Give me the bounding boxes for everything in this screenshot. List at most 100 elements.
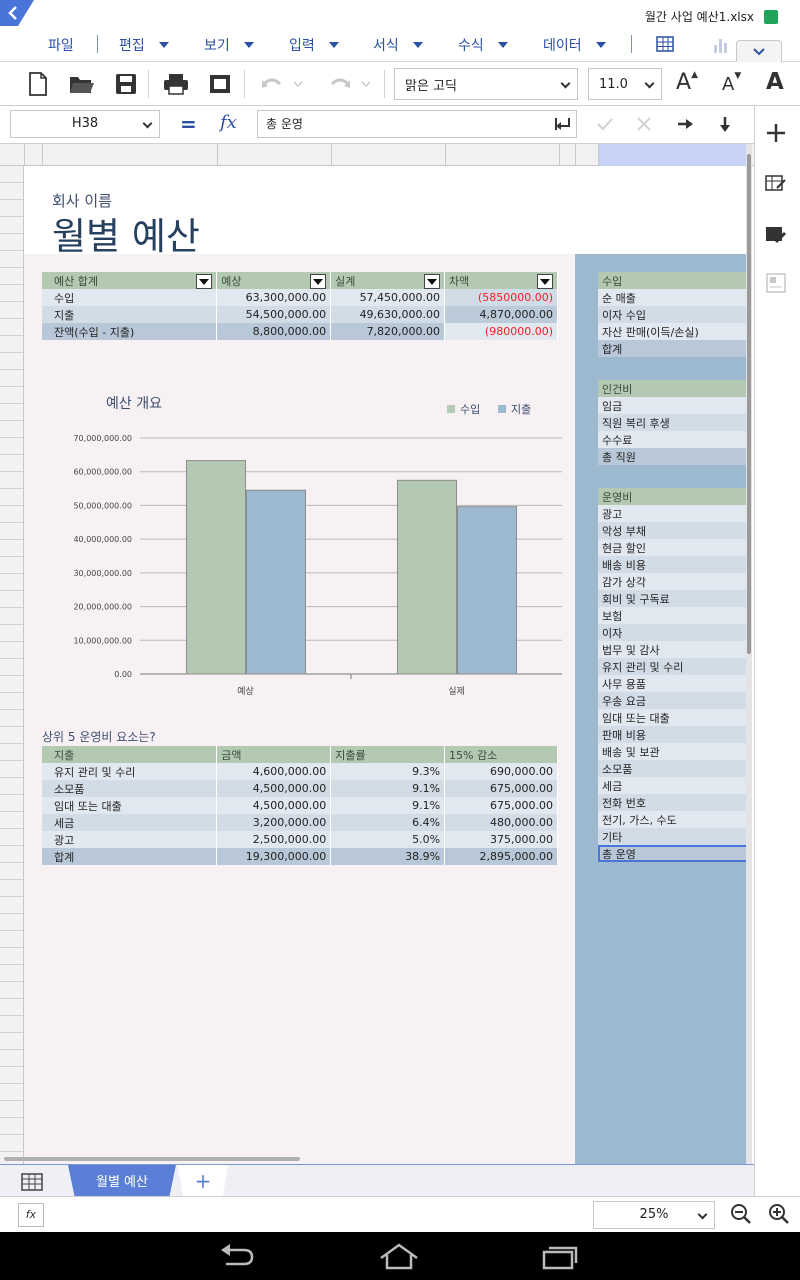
cell[interactable]: 전화 번호 — [598, 794, 746, 811]
cell[interactable]: 수수료 — [598, 431, 746, 448]
font-size-select[interactable]: 11.0 — [588, 68, 662, 100]
text-format-button[interactable]: A — [766, 69, 784, 95]
open-button[interactable] — [68, 71, 96, 97]
cell[interactable]: 잔액(수입 - 지출) — [42, 323, 218, 340]
menu-insert[interactable]: 입력 — [289, 33, 339, 57]
cell[interactable]: (980000.00) — [444, 323, 558, 340]
cell[interactable]: 세금 — [598, 777, 746, 794]
add-sheet-button[interactable]: + — [178, 1165, 228, 1196]
undo-button[interactable] — [258, 71, 306, 97]
cell[interactable]: 임대 또는 대출 — [42, 797, 218, 814]
sheet-list-button[interactable] — [10, 1170, 54, 1194]
cell[interactable]: 4,500,000.00 — [216, 780, 332, 797]
column-header[interactable] — [0, 144, 754, 166]
function-button[interactable]: fx — [220, 112, 237, 133]
menu-file[interactable]: 파일 — [48, 33, 74, 57]
table-style-button[interactable] — [765, 174, 787, 200]
bar-expense[interactable] — [246, 489, 306, 675]
cell[interactable]: 광고 — [42, 831, 218, 848]
cell[interactable]: 이자 — [598, 624, 746, 641]
move-right-icon[interactable] — [676, 116, 694, 136]
cell[interactable]: 수입 — [42, 289, 218, 306]
add-button[interactable] — [765, 122, 787, 148]
menu-formula[interactable]: 수식 — [458, 33, 508, 57]
cell[interactable]: 보험 — [598, 607, 746, 624]
cell[interactable]: 지출 — [42, 306, 218, 323]
worksheet[interactable]: 회사 이름 월별 예산 예산 합계 예상 실계 차액 수입 63,300,000… — [24, 166, 746, 1164]
redo-button[interactable] — [326, 71, 374, 97]
layout-button[interactable] — [765, 272, 787, 298]
cell[interactable]: 2,895,000.00 — [444, 848, 558, 865]
shrink-font-button[interactable]: A▼ — [722, 71, 741, 95]
bar-income[interactable] — [186, 460, 246, 675]
cell[interactable]: 4,500,000.00 — [216, 797, 332, 814]
filter-dropdown-icon[interactable] — [196, 273, 213, 289]
cell[interactable]: 기타 — [598, 828, 746, 845]
cell[interactable]: 판매 비용 — [598, 726, 746, 743]
cell[interactable]: 감가 상각 — [598, 573, 746, 590]
cell[interactable]: (5850000.00) — [444, 289, 558, 306]
header-cell[interactable]: 지출 — [42, 746, 218, 763]
menu-format[interactable]: 서식 — [373, 33, 423, 57]
bar-expense[interactable] — [457, 506, 517, 675]
cell[interactable]: 총 직원 — [598, 448, 746, 465]
cell[interactable]: 소모품 — [598, 760, 746, 777]
zoom-select[interactable]: 25% — [593, 1201, 715, 1229]
header-cell[interactable]: 예산 합계 — [42, 272, 218, 289]
chart-insert-button[interactable] — [712, 36, 730, 58]
cell[interactable]: 57,450,000.00 — [330, 289, 446, 306]
cell[interactable]: 자산 판매(이득/손실) — [598, 323, 746, 340]
selected-cell[interactable]: 총 운영 — [598, 845, 746, 862]
header-cell[interactable]: 차액 — [444, 272, 558, 289]
cell[interactable]: 19,300,000.00 — [216, 848, 332, 865]
header-cell[interactable]: 예상 — [216, 272, 332, 289]
cell[interactable]: 63,300,000.00 — [216, 289, 332, 306]
header-cell[interactable]: 15% 감소 — [444, 746, 558, 763]
cell[interactable]: 순 매출 — [598, 289, 746, 306]
header-cell[interactable]: 실계 — [330, 272, 446, 289]
cell[interactable]: 유지 관리 및 수리 — [42, 763, 218, 780]
cell[interactable]: 9.1% — [330, 780, 446, 797]
selected-column-header[interactable] — [598, 144, 746, 166]
zoom-out-button[interactable] — [730, 1203, 752, 1229]
sheet-tab-active[interactable]: 월별 예산 — [68, 1165, 176, 1196]
equals-button[interactable]: = — [180, 112, 197, 136]
cell[interactable]: 사무 용품 — [598, 675, 746, 692]
menu-view[interactable]: 보기 — [204, 33, 254, 57]
back-button[interactable] — [0, 0, 34, 26]
cell[interactable]: 악성 부채 — [598, 522, 746, 539]
cell[interactable]: 7,820,000.00 — [330, 323, 446, 340]
back-icon[interactable] — [0, 0, 34, 26]
cell[interactable]: 배송 및 보관 — [598, 743, 746, 760]
cell[interactable]: 법무 및 감사 — [598, 641, 746, 658]
header-cell[interactable]: 금액 — [216, 746, 332, 763]
cell[interactable]: 675,000.00 — [444, 780, 558, 797]
font-name-select[interactable]: 맑은 고딕 — [394, 68, 578, 100]
page-view-button[interactable] — [206, 71, 234, 97]
cell[interactable]: 675,000.00 — [444, 797, 558, 814]
budget-overview-chart[interactable]: 예산 개요 수입 지출 0.00 10,000,000.00 20,000,000.… — [42, 392, 562, 702]
cell[interactable]: 9.3% — [330, 763, 446, 780]
save-button[interactable] — [112, 71, 140, 97]
horizontal-scrollbar[interactable] — [4, 1157, 300, 1161]
nav-home-button[interactable] — [378, 1242, 420, 1274]
function-insert-button[interactable]: fx — [18, 1203, 44, 1227]
cell[interactable]: 유지 관리 및 수리 — [598, 658, 746, 675]
cell[interactable]: 우송 요금 — [598, 692, 746, 709]
cell[interactable]: 2,500,000.00 — [216, 831, 332, 848]
menu-edit[interactable]: 편집 — [119, 33, 169, 57]
formula-input[interactable]: 총 운영 — [257, 110, 577, 138]
cell[interactable]: 9.1% — [330, 797, 446, 814]
scrollbar-thumb[interactable] — [747, 154, 751, 654]
cell[interactable]: 소모품 — [42, 780, 218, 797]
cell[interactable]: 현금 할인 — [598, 539, 746, 556]
cell[interactable]: 5.0% — [330, 831, 446, 848]
cell[interactable]: 임금 — [598, 397, 746, 414]
collapse-ribbon-button[interactable] — [736, 40, 782, 62]
cell[interactable]: 480,000.00 — [444, 814, 558, 831]
cell[interactable]: 8,800,000.00 — [216, 323, 332, 340]
cell[interactable]: 합계 — [598, 340, 746, 357]
menu-data[interactable]: 데이터 — [543, 33, 606, 57]
table-insert-button[interactable] — [656, 36, 674, 56]
cell[interactable]: 직원 복리 후생 — [598, 414, 746, 431]
